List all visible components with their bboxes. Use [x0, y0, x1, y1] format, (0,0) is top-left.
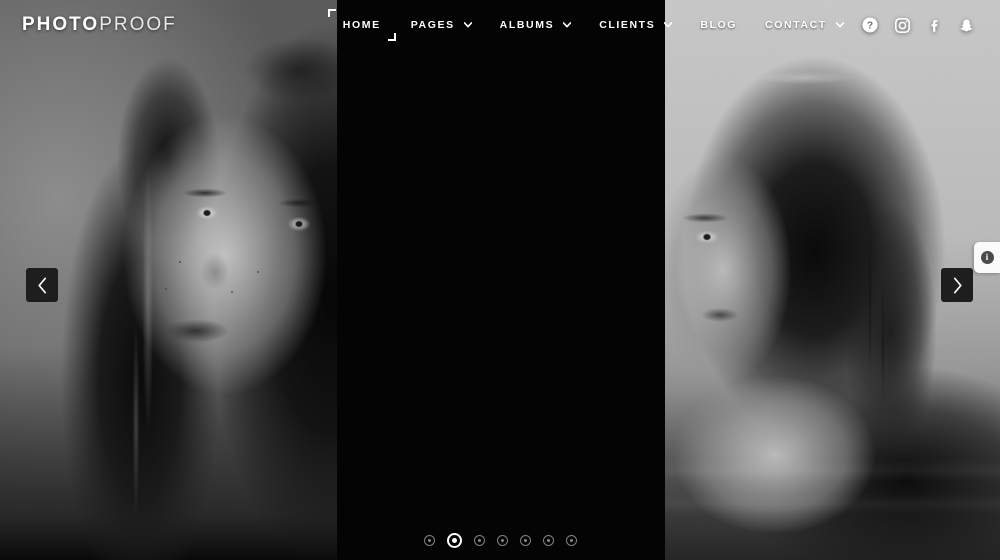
nav-label-pages: PAGES	[410, 19, 455, 31]
slider-stage: PHOTOPROOF HOME PAGES ALBUMS CLIENTS BLO…	[0, 0, 1000, 560]
nav-item-contact[interactable]: CONTACT	[751, 0, 858, 50]
chevron-right-icon	[952, 277, 963, 294]
site-header: PHOTOPROOF HOME PAGES ALBUMS CLIENTS BLO…	[0, 0, 1000, 50]
nav-item-clients[interactable]: CLIENTS	[585, 0, 686, 50]
nav-label-blog: BLOG	[700, 19, 738, 31]
nav-item-albums[interactable]: ALBUMS	[486, 0, 586, 50]
main-navigation: HOME PAGES ALBUMS CLIENTS BLOG CONTACT	[327, 0, 858, 50]
nav-label-clients: CLIENTS	[599, 19, 656, 31]
svg-text:?: ?	[867, 21, 873, 32]
slider-dot-7[interactable]	[565, 535, 577, 546]
chevron-down-icon	[563, 21, 572, 29]
slider-dot-center	[451, 538, 457, 543]
bracket-bottom-right-icon	[387, 33, 396, 41]
slider-dot-center	[523, 539, 527, 542]
site-logo[interactable]: PHOTOPROOF	[22, 14, 177, 36]
chevron-down-icon	[463, 21, 472, 29]
slider-dot-center	[500, 539, 504, 542]
slider-dot-3[interactable]	[473, 535, 485, 546]
info-icon: i	[980, 251, 994, 264]
slider-next-button[interactable]	[941, 268, 973, 302]
snapchat-icon[interactable]	[959, 18, 974, 33]
chevron-down-icon	[664, 21, 673, 29]
slider-dot-center	[546, 539, 550, 542]
slider-dot-6[interactable]	[542, 535, 554, 546]
slider-dot-center	[569, 539, 573, 542]
slider-dot-2[interactable]	[446, 533, 462, 548]
slider-dot-5[interactable]	[519, 535, 531, 546]
slider-prev-button[interactable]	[26, 268, 58, 302]
slider-dot-4[interactable]	[496, 535, 508, 546]
slide-panel-center[interactable]	[337, 0, 665, 560]
nav-label-albums: ALBUMS	[499, 19, 555, 31]
chevron-left-icon	[37, 277, 48, 294]
logo-bold-text: PHOTO	[22, 14, 100, 35]
nav-item-blog[interactable]: BLOG	[686, 0, 751, 50]
chevron-down-icon	[835, 21, 844, 29]
help-icon[interactable]: ?	[862, 17, 878, 33]
logo-thin-text: PROOF	[99, 14, 177, 35]
slider-dot-1[interactable]	[423, 535, 435, 546]
info-tab[interactable]: i	[974, 242, 1000, 273]
slider-dot-center	[477, 539, 481, 542]
instagram-icon[interactable]	[895, 17, 910, 33]
nav-item-home[interactable]: HOME	[327, 0, 397, 50]
slider-pagination	[0, 533, 1000, 548]
nav-label-contact: CONTACT	[765, 19, 827, 31]
slider-dot-center	[427, 539, 431, 542]
nav-label-home: HOME	[342, 19, 381, 31]
nav-item-pages[interactable]: PAGES	[397, 0, 486, 50]
social-links: ?	[862, 17, 974, 33]
bracket-top-left-icon	[327, 9, 336, 17]
facebook-icon[interactable]	[927, 18, 942, 33]
